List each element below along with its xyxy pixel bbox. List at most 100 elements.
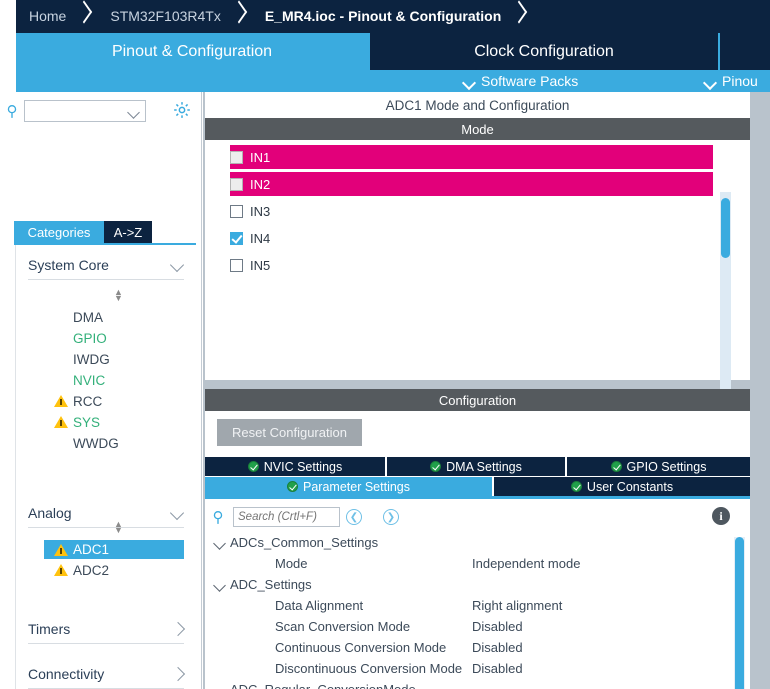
- sidebar-item-label: WWDG: [73, 435, 119, 451]
- checkbox-in3[interactable]: [230, 204, 243, 218]
- configuration-section-header: Configuration: [205, 389, 750, 411]
- settings-tab-parameter-settings[interactable]: Parameter Settings: [205, 477, 492, 496]
- checkbox-in4[interactable]: [230, 231, 243, 245]
- reset-configuration-button[interactable]: Reset Configuration: [217, 419, 362, 446]
- sidebar-item-adc1[interactable]: ADC1: [44, 540, 184, 559]
- parameter-settings-panel: ⚲ ❮ ❯ i ADCs_Common_Settings Mode Independ…: [205, 499, 750, 689]
- breadcrumb: Home STM32F103R4Tx E_MR4.ioc - Pinout & …: [0, 0, 770, 33]
- chevron-down-icon: [172, 507, 184, 519]
- check-circle-icon: [247, 461, 259, 472]
- channel-label: IN2: [250, 176, 271, 192]
- parameter-row[interactable]: Data Alignment Right alignment: [205, 595, 750, 616]
- menu-software-packs[interactable]: Software Packs: [463, 70, 578, 92]
- channel-label: IN4: [250, 230, 271, 246]
- warning-icon: [54, 564, 68, 576]
- settings-tab-user-constants[interactable]: User Constants: [494, 477, 750, 496]
- sidebar-item-nvic[interactable]: NVIC: [54, 371, 184, 389]
- sidebar-group-label: Timers: [28, 620, 71, 637]
- sidebar-scroll-spinner-icon[interactable]: ▲ ▼: [112, 520, 125, 535]
- sidebar-item-iwdg[interactable]: IWDG: [54, 350, 184, 368]
- parameter-value[interactable]: Disabled: [472, 640, 523, 655]
- settings-tab-nvic-settings[interactable]: NVIC Settings: [205, 457, 385, 476]
- sidebar-group-timers[interactable]: Timers: [28, 614, 184, 644]
- check-circle-icon: [430, 461, 442, 472]
- right-gutter: [752, 92, 770, 689]
- breadcrumb-item-home[interactable]: Home: [16, 0, 75, 33]
- parameter-name: ADCs_Common_Settings: [230, 535, 379, 550]
- channel-row-in3[interactable]: IN3: [230, 199, 713, 223]
- chevron-down-icon[interactable]: [213, 536, 227, 550]
- chevron-down-icon: [704, 78, 716, 85]
- settings-tabs: NVIC Settings DMA Settings GPIO Settings Pa…: [205, 457, 750, 496]
- channel-row-in2[interactable]: IN2: [230, 172, 713, 196]
- check-circle-icon: [610, 461, 622, 472]
- sidebar-item-dma[interactable]: DMA: [54, 308, 184, 326]
- search-icon: ⚲: [212, 509, 224, 526]
- sidebar-group-connectivity[interactable]: Connectivity: [28, 659, 184, 689]
- warning-icon: [54, 543, 68, 556]
- breadcrumb-left-stub: [0, 0, 16, 33]
- sidebar-scroll-spinner-icon[interactable]: ▲ ▼: [112, 288, 125, 303]
- sidebar-item-label: DMA: [73, 309, 103, 325]
- menu-pinout-label: Pinou: [722, 73, 758, 89]
- sidebar-group-analog[interactable]: Analog: [28, 498, 184, 528]
- parameter-name: ADC_Regular_ConversionMode: [230, 682, 416, 689]
- breadcrumb-chevron-icon: [75, 0, 97, 33]
- gear-icon[interactable]: [172, 100, 192, 120]
- checkbox-in5[interactable]: [230, 258, 243, 272]
- sidebar-tab-categories[interactable]: Categories: [14, 221, 104, 243]
- parameter-name: Scan Conversion Mode: [275, 619, 411, 634]
- parameter-scrollbar-thumb[interactable]: [735, 537, 744, 689]
- tab-overflow[interactable]: [720, 33, 770, 70]
- parameter-row[interactable]: Discontinuous Conversion Mode Disabled: [205, 658, 750, 679]
- channel-row-in4[interactable]: IN4: [230, 226, 713, 250]
- parameter-value[interactable]: Disabled: [472, 661, 523, 676]
- info-icon[interactable]: i: [712, 507, 730, 525]
- sidebar-item-rcc[interactable]: RCC: [54, 392, 184, 410]
- settings-tab-label: NVIC Settings: [263, 459, 343, 474]
- checkbox-in2[interactable]: [230, 177, 243, 191]
- page-title: ADC1 Mode and Configuration: [205, 92, 750, 118]
- parameter-row[interactable]: Continuous Conversion Mode Disabled: [205, 637, 750, 658]
- parameter-row[interactable]: Mode Independent mode: [205, 553, 750, 574]
- sidebar-item-adc2[interactable]: ADC2: [54, 561, 184, 579]
- breadcrumb-chevron-icon: [230, 0, 252, 33]
- sidebar-tab-az[interactable]: A->Z: [104, 221, 152, 243]
- chevron-left-circle-icon[interactable]: ❮: [346, 509, 362, 525]
- mode-scrollbar-thumb[interactable]: [721, 198, 730, 258]
- chevron-right-circle-icon[interactable]: ❯: [383, 509, 399, 525]
- sidebar-group-system-core[interactable]: System Core: [28, 250, 184, 280]
- search-input[interactable]: [238, 511, 339, 523]
- sidebar-item-wwdg[interactable]: WWDG: [54, 434, 184, 452]
- sidebar-item-sys[interactable]: SYS: [54, 413, 184, 431]
- parameter-group-row[interactable]: ADC_Regular_ConversionMode: [205, 679, 750, 689]
- parameter-value[interactable]: Independent mode: [472, 556, 580, 571]
- sidebar-item-label: RCC: [73, 393, 103, 409]
- settings-tab-dma-settings[interactable]: DMA Settings: [387, 457, 565, 476]
- sidebar-item-gpio[interactable]: GPIO: [54, 329, 184, 347]
- parameter-value[interactable]: Disabled: [472, 619, 523, 634]
- parameter-group-row[interactable]: ADC_Settings: [205, 574, 750, 595]
- tab-pinout-configuration[interactable]: Pinout & Configuration: [16, 33, 368, 70]
- parameter-value[interactable]: Right alignment: [472, 598, 562, 613]
- sidebar-search-combo[interactable]: [24, 100, 146, 122]
- parameter-search-box[interactable]: [233, 507, 340, 527]
- breadcrumb-item-mcu[interactable]: STM32F103R4Tx: [97, 0, 229, 33]
- tab-clock-configuration[interactable]: Clock Configuration: [370, 33, 718, 70]
- chevron-down-icon[interactable]: [213, 578, 227, 592]
- channel-row-in1[interactable]: IN1: [230, 145, 713, 169]
- chevron-down-icon[interactable]: [213, 683, 227, 689]
- chevron-right-icon: [172, 623, 184, 635]
- sidebar-item-label: GPIO: [73, 330, 107, 346]
- sidebar-group-label: System Core: [28, 256, 109, 273]
- chevron-down-icon[interactable]: [127, 106, 140, 119]
- breadcrumb-item-current[interactable]: E_MR4.ioc - Pinout & Configuration: [252, 0, 510, 33]
- main-tabbar: Pinout & Configuration Clock Configurati…: [0, 33, 770, 92]
- settings-tab-gpio-settings[interactable]: GPIO Settings: [567, 457, 750, 476]
- menu-pinout[interactable]: Pinou: [704, 70, 758, 92]
- parameter-group-row[interactable]: ADCs_Common_Settings: [205, 532, 750, 553]
- channel-row-in5[interactable]: IN5: [230, 253, 713, 277]
- mode-section-header: Mode: [205, 118, 750, 140]
- parameter-row[interactable]: Scan Conversion Mode Disabled: [205, 616, 750, 637]
- checkbox-in1[interactable]: [230, 150, 243, 164]
